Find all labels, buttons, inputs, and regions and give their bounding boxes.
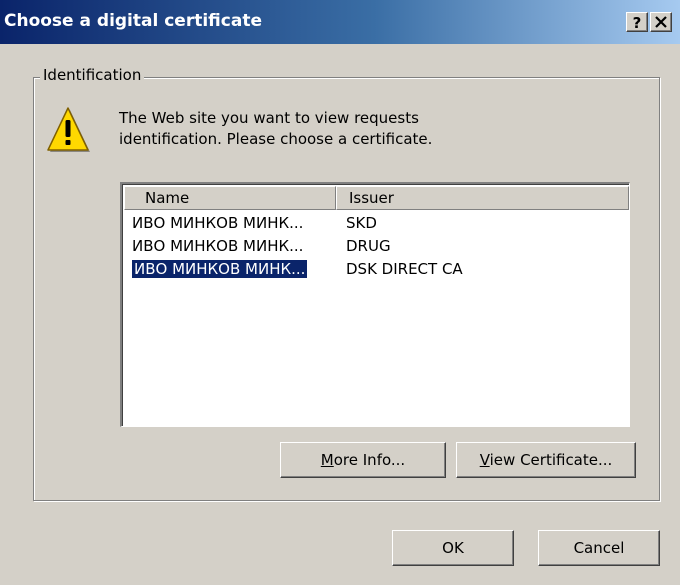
ok-button[interactable]: OK xyxy=(392,530,514,566)
certificate-row[interactable]: ИВО МИНКОВ МИНК... DRUG xyxy=(124,235,629,258)
certificate-name-cell: ИВО МИНКОВ МИНК... xyxy=(132,258,336,281)
help-button[interactable]: ? xyxy=(626,12,648,32)
certificate-name: ИВО МИНКОВ МИНК... xyxy=(132,259,309,279)
message-text: The Web site you want to view requests i… xyxy=(119,108,599,150)
view-certificate-mnemonic: V xyxy=(479,451,490,469)
window-title: Choose a digital certificate xyxy=(4,11,262,31)
message-line-1: The Web site you want to view requests xyxy=(119,109,419,127)
certificate-row[interactable]: ИВО МИНКОВ МИНК... SKD xyxy=(124,212,629,235)
identification-legend: Identification xyxy=(40,66,145,84)
certificate-issuer: SKD xyxy=(346,214,377,232)
more-info-label: ore Info... xyxy=(333,451,406,469)
column-header-issuer[interactable]: Issuer xyxy=(336,186,629,210)
close-icon xyxy=(655,16,667,28)
certificate-name-cell: ИВО МИНКОВ МИНК... xyxy=(132,212,336,235)
title-bar[interactable]: Choose a digital certificate ? xyxy=(0,0,680,44)
certificate-list[interactable]: Name Issuer ИВО МИНКОВ МИНК... SKD ИВО М… xyxy=(120,182,630,427)
certificate-name: ИВО МИНКОВ МИНК... xyxy=(132,214,304,232)
certificate-name: ИВО МИНКОВ МИНК... xyxy=(132,237,304,255)
list-header: Name Issuer xyxy=(124,186,629,210)
certificate-name-cell: ИВО МИНКОВ МИНК... xyxy=(132,235,336,258)
certificate-issuer: DSK DIRECT CA xyxy=(346,260,463,278)
cancel-button[interactable]: Cancel xyxy=(538,530,660,566)
certificate-issuer: DRUG xyxy=(346,237,391,255)
close-button[interactable] xyxy=(650,12,672,32)
more-info-button[interactable]: More Info... xyxy=(280,442,446,478)
certificate-row-selected[interactable]: ИВО МИНКОВ МИНК... DSK DIRECT CA xyxy=(124,258,629,281)
view-certificate-label: iew Certificate... xyxy=(489,451,613,469)
view-certificate-button[interactable]: View Certificate... xyxy=(456,442,636,478)
warning-icon xyxy=(47,107,90,152)
more-info-mnemonic: M xyxy=(320,451,334,469)
list-rows: ИВО МИНКОВ МИНК... SKD ИВО МИНКОВ МИНК..… xyxy=(124,212,629,281)
message-line-2: identification. Please choose a certific… xyxy=(119,130,433,148)
column-header-name[interactable]: Name xyxy=(124,186,336,210)
